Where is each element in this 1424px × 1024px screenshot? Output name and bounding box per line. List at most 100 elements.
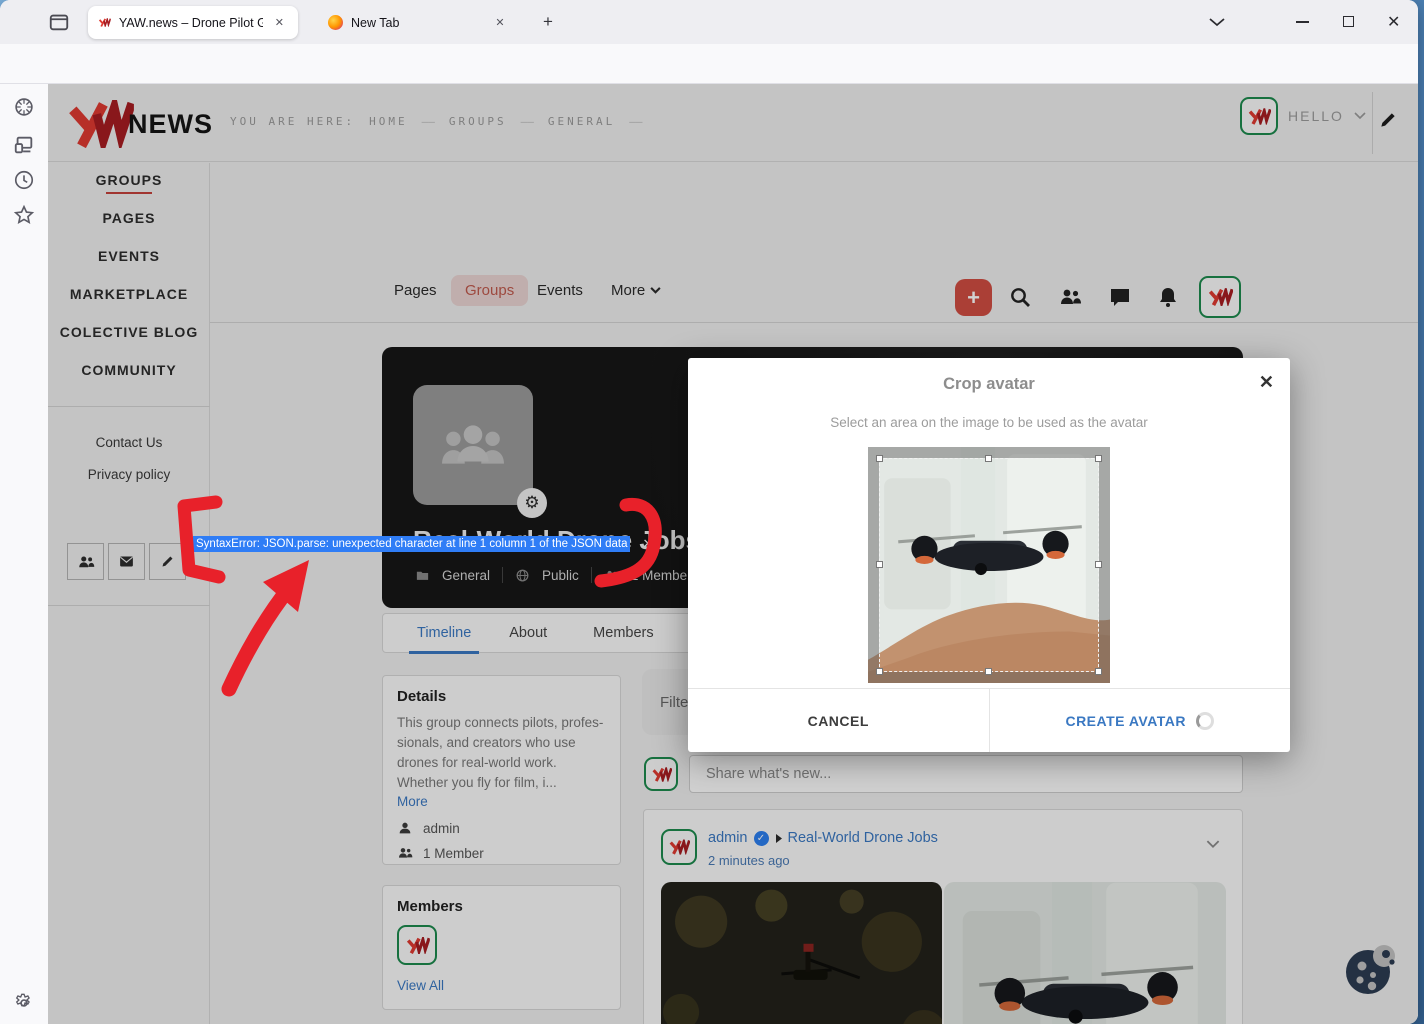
search-icon[interactable] xyxy=(1008,285,1032,309)
crop-handle[interactable] xyxy=(876,455,883,462)
post-image-hand-drone[interactable] xyxy=(944,882,1226,1024)
history-clock-icon[interactable] xyxy=(13,169,35,191)
cookie-consent-icon[interactable] xyxy=(1342,942,1398,998)
create-avatar-label: CREATE AVATAR xyxy=(1065,713,1186,729)
details-admin: admin xyxy=(423,821,460,836)
browser-titlebar: YAW.news – Drone Pilot Groups ✕ New Tab … xyxy=(0,0,1418,44)
view-all-link[interactable]: View All xyxy=(397,978,444,993)
breadcrumb-item-general[interactable]: GENERAL xyxy=(548,115,615,128)
yw-avatar-mark xyxy=(1247,108,1271,125)
modal-close-icon[interactable]: ✕ xyxy=(1259,372,1274,393)
post-author-link[interactable]: admin xyxy=(708,830,748,846)
post-author-avatar[interactable] xyxy=(661,829,697,865)
breadcrumb-separator: —— xyxy=(629,115,642,128)
share-placeholder: Share what's new... xyxy=(706,766,831,782)
crop-handle[interactable] xyxy=(1095,668,1102,675)
crop-handle[interactable] xyxy=(985,455,992,462)
cancel-button[interactable]: CANCEL xyxy=(688,689,989,752)
sidebar-link-contact[interactable]: Contact Us xyxy=(48,435,210,450)
browser-sidebar-strip xyxy=(0,84,48,1024)
create-avatar-button[interactable]: CREATE AVATAR xyxy=(989,689,1291,752)
sidebar-item-community[interactable]: COMMUNITY xyxy=(48,362,210,378)
user-menu[interactable]: HELLO xyxy=(1240,97,1366,135)
details-description: This group connects pilots, profes- sion… xyxy=(397,713,606,793)
crop-handle[interactable] xyxy=(876,668,883,675)
notifications-bell-icon[interactable] xyxy=(1156,285,1180,309)
avatar-settings-gear-button[interactable]: ⚙ xyxy=(517,488,547,518)
list-tabs-icon[interactable] xyxy=(1208,15,1226,29)
loading-spinner xyxy=(1196,712,1214,730)
synced-tabs-icon[interactable] xyxy=(13,134,35,156)
sidebar-item-groups[interactable]: GROUPS xyxy=(48,172,210,188)
details-more-link[interactable]: More xyxy=(397,794,428,809)
header-divider xyxy=(1372,92,1373,154)
breadcrumb-item-groups[interactable]: GROUPS xyxy=(449,115,507,128)
post-group-link[interactable]: Real-World Drone Jobs xyxy=(788,830,938,846)
crop-image-area[interactable] xyxy=(868,447,1110,683)
social-mail-button[interactable] xyxy=(108,543,145,580)
members-people-icon xyxy=(604,568,619,583)
bookmarks-star-icon[interactable] xyxy=(13,204,35,226)
members-people-icon xyxy=(397,845,413,861)
breadcrumb-item-home[interactable]: HOME xyxy=(369,115,408,128)
minimize-button[interactable] xyxy=(1296,21,1309,23)
share-input[interactable]: Share what's new... xyxy=(689,755,1243,793)
browser-tab-newtab[interactable]: New Tab ✕ xyxy=(318,6,523,39)
browser-tab-active[interactable]: YAW.news – Drone Pilot Groups ✕ xyxy=(88,6,298,39)
sidebar-divider xyxy=(48,605,210,606)
nav-groups-active[interactable]: Groups xyxy=(451,275,528,306)
breadcrumb-separator: —— xyxy=(521,115,534,128)
messages-icon[interactable] xyxy=(1108,285,1132,309)
post-image-forest-drone[interactable] xyxy=(661,882,942,1024)
firefox-view-icon[interactable] xyxy=(48,11,70,33)
crop-selection-marquee[interactable] xyxy=(879,458,1099,672)
breadcrumb-prefix: YOU ARE HERE: xyxy=(230,115,355,128)
sidebar-item-events[interactable]: EVENTS xyxy=(48,248,210,264)
close-window-button[interactable]: ✕ xyxy=(1387,12,1400,32)
chevron-down-icon xyxy=(1354,112,1366,120)
crop-handle[interactable] xyxy=(1095,455,1102,462)
details-member-count: 1 Member xyxy=(423,846,484,861)
nav-events[interactable]: Events xyxy=(537,282,583,299)
group-category: General xyxy=(442,568,490,583)
nav-pages[interactable]: Pages xyxy=(394,282,437,299)
browser-window: YAW.news – Drone Pilot Groups ✕ New Tab … xyxy=(0,0,1418,1024)
toast-close-icon[interactable]: ✕ xyxy=(642,536,653,552)
tab-about[interactable]: About xyxy=(501,613,555,653)
sidebar-item-pages[interactable]: PAGES xyxy=(48,210,210,226)
nav-more[interactable]: More xyxy=(611,282,661,299)
social-members-button[interactable] xyxy=(67,543,104,580)
group-member-count: 1 Member xyxy=(631,568,692,583)
settings-gear-icon[interactable] xyxy=(13,992,35,1014)
group-avatar-placeholder[interactable] xyxy=(413,385,533,505)
sidebar-item-colective-blog[interactable]: COLECTIVE BLOG xyxy=(48,324,210,340)
ai-chatbot-icon[interactable] xyxy=(13,96,35,118)
details-heading: Details xyxy=(397,688,606,705)
crop-handle[interactable] xyxy=(876,561,883,568)
browser-toolbar: yaw.news/groups/13-real-world-drone-jobs… xyxy=(0,44,1418,84)
post-menu-chevron-icon[interactable] xyxy=(1206,840,1220,849)
tab-members[interactable]: Members xyxy=(585,613,661,653)
crop-handle[interactable] xyxy=(985,668,992,675)
tab-close-icon[interactable]: ✕ xyxy=(491,14,508,31)
edit-pencil-icon[interactable] xyxy=(1378,110,1398,130)
maximize-button[interactable] xyxy=(1343,16,1354,27)
social-about-button[interactable] xyxy=(149,543,186,580)
user-avatar[interactable] xyxy=(1240,97,1278,135)
tab-close-icon[interactable]: ✕ xyxy=(271,14,288,31)
site-logo[interactable]: NEWS xyxy=(62,100,213,148)
members-icon[interactable] xyxy=(1058,285,1082,309)
details-card: Details This group connects pilots, prof… xyxy=(382,675,621,865)
new-tab-button[interactable]: + xyxy=(543,12,553,32)
crop-handle[interactable] xyxy=(1095,561,1102,568)
create-button[interactable]: + xyxy=(955,279,992,316)
sidebar-item-marketplace[interactable]: MARKETPLACE xyxy=(48,286,210,302)
sidebar-link-privacy[interactable]: Privacy policy xyxy=(48,467,210,482)
member-avatar[interactable] xyxy=(397,925,437,965)
user-menu-label: HELLO xyxy=(1288,108,1344,124)
tab-timeline[interactable]: Timeline xyxy=(409,613,479,653)
profile-avatar[interactable] xyxy=(1199,276,1241,318)
tab-title: YAW.news – Drone Pilot Groups xyxy=(119,16,263,30)
cancel-label: CANCEL xyxy=(808,713,869,729)
modal-subtitle: Select an area on the image to be used a… xyxy=(688,415,1290,430)
